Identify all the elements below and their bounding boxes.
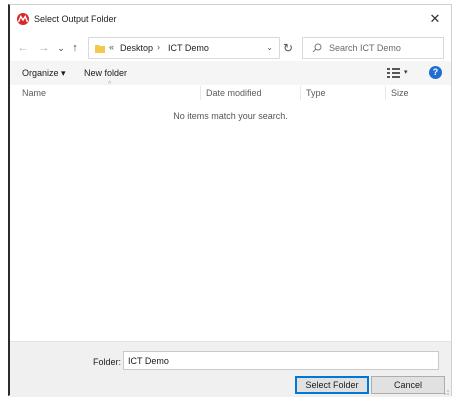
column-divider xyxy=(300,86,301,100)
breadcrumb-desktop[interactable]: Desktop xyxy=(120,43,153,53)
address-bar[interactable]: « Desktop › ICT Demo ⌄ xyxy=(88,37,280,59)
select-output-folder-dialog: Select Output Folder ✕ ← → ⌄ ↑ « Desktop… xyxy=(8,4,452,397)
resize-grip-icon[interactable] xyxy=(441,387,449,395)
folder-icon xyxy=(95,45,105,53)
view-dropdown[interactable]: ▾ xyxy=(404,68,408,76)
dialog-footer: Folder: Select Folder Cancel xyxy=(10,341,451,397)
column-type[interactable]: Type xyxy=(306,88,326,98)
refresh-button[interactable]: ↻ xyxy=(278,38,298,58)
empty-list-message: No items match your search. xyxy=(173,111,288,121)
recent-locations-button[interactable]: ⌄ xyxy=(54,40,68,56)
up-button[interactable]: ↑ xyxy=(68,40,82,56)
address-dropdown[interactable]: ⌄ xyxy=(266,43,273,52)
column-date-modified[interactable]: Date modified xyxy=(206,88,262,98)
column-divider xyxy=(385,86,386,100)
breadcrumb-separator: › xyxy=(157,42,160,52)
sort-indicator: ^ xyxy=(108,81,112,88)
select-folder-button[interactable]: Select Folder xyxy=(295,376,369,394)
column-divider xyxy=(200,86,201,100)
folder-name-field[interactable] xyxy=(123,351,439,370)
new-folder-button[interactable]: New folder xyxy=(84,68,127,78)
breadcrumb-ict-demo[interactable]: ICT Demo xyxy=(168,43,209,53)
view-options-icon[interactable] xyxy=(387,67,401,79)
app-logo-icon xyxy=(17,13,29,25)
overflow-chevron[interactable]: « xyxy=(109,42,114,52)
command-bar: Organize ▾ New folder ▾ ? xyxy=(10,61,451,85)
cancel-button[interactable]: Cancel xyxy=(371,376,445,394)
search-input[interactable] xyxy=(329,38,441,58)
search-icon xyxy=(312,43,322,53)
forward-button[interactable]: → xyxy=(37,40,51,56)
column-size[interactable]: Size xyxy=(391,88,409,98)
help-icon[interactable]: ? xyxy=(429,66,442,79)
close-button[interactable]: ✕ xyxy=(427,11,443,27)
column-name[interactable]: Name xyxy=(22,88,46,98)
file-list[interactable] xyxy=(10,101,451,339)
navigation-bar: ← → ⌄ ↑ « Desktop › ICT Demo ⌄ ↻ xyxy=(10,35,451,61)
search-box[interactable] xyxy=(302,37,444,59)
title-bar: Select Output Folder ✕ xyxy=(10,5,451,33)
back-button[interactable]: ← xyxy=(16,40,30,56)
window-title: Select Output Folder xyxy=(34,14,117,24)
organize-button[interactable]: Organize ▾ xyxy=(22,68,66,79)
column-headers: ^ Name Date modified Type Size xyxy=(10,81,451,101)
folder-label: Folder: xyxy=(93,357,122,367)
